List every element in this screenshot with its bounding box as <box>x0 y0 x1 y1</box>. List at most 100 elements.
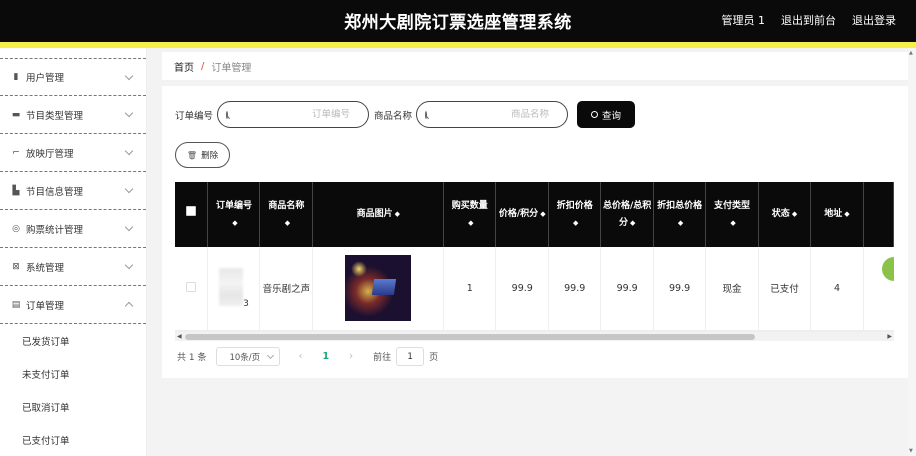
chevron-up-icon <box>124 301 134 311</box>
pagination: 共 1 条 10条/页 ‹ 1 › 前往 1 页 <box>177 347 438 366</box>
sort-icon[interactable]: ◆ <box>678 215 683 232</box>
goods-name-search-box[interactable] <box>416 101 569 128</box>
sidebar-subitem-unpaid[interactable]: 未支付订单 <box>0 357 146 390</box>
scroll-left-icon[interactable]: ◀ <box>177 333 182 340</box>
sidebar-item-system[interactable]: ⊠ 系统管理 <box>0 248 146 286</box>
sidebar: ▮ 用户管理 ▬ 节目类型管理 ⌐ 放映厅管理 ▙ 节目信息管理 ◎ 购票统计管… <box>0 48 147 456</box>
grid-icon: ⊠ <box>12 261 20 272</box>
col-label: 支付类型 <box>714 200 751 211</box>
goto-page-input[interactable]: 1 <box>396 347 425 366</box>
sort-icon[interactable]: ◆ <box>630 215 635 232</box>
sort-icon[interactable]: ◆ <box>285 215 290 232</box>
col-label: 折扣总价格 <box>657 200 703 211</box>
sidebar-item-users[interactable]: ▮ 用户管理 <box>0 58 146 96</box>
col-label: 商品名称 <box>268 200 305 211</box>
query-button-label: 查询 <box>602 110 622 122</box>
cell-pay-type: 现金 <box>705 247 760 331</box>
col-price[interactable]: 价格/积分 ◆ <box>495 182 550 247</box>
col-quantity[interactable]: 购买数量 ◆ <box>443 182 497 247</box>
col-label: 商品图片 <box>356 209 393 219</box>
delete-button[interactable]: 🗑 删除 <box>175 142 230 168</box>
cell-quantity: 1 <box>443 247 497 331</box>
breadcrumb-home[interactable]: 首页 <box>174 59 194 74</box>
scroll-right-icon[interactable]: ▶ <box>887 333 892 340</box>
sidebar-item-label: 订单管理 <box>26 300 65 312</box>
total-count: 共 1 条 <box>177 353 207 363</box>
next-page-icon[interactable]: › <box>349 351 353 362</box>
scroll-down-icon[interactable]: ▼ <box>909 448 913 454</box>
scroll-up-icon[interactable]: ▲ <box>909 50 913 56</box>
concert-stage-photo[interactable] <box>345 255 412 322</box>
order-no-tail: 3 <box>243 298 249 309</box>
sort-icon[interactable]: ◆ <box>468 215 473 232</box>
select-all-checkbox[interactable] <box>186 206 197 216</box>
vertical-scrollbar[interactable]: ▲ ▼ <box>908 48 916 456</box>
col-label: 折扣价格 <box>556 200 593 211</box>
sort-icon[interactable]: ◆ <box>573 215 578 232</box>
page-size-select[interactable]: 10条/页 <box>216 347 281 366</box>
col-goods-image[interactable]: 商品图片 ◆ <box>312 182 445 247</box>
sidebar-item-ticket-stats[interactable]: ◎ 购票统计管理 <box>0 210 146 248</box>
col-pay-type[interactable]: 支付类型 ◆ <box>705 182 760 247</box>
query-button[interactable]: 查询 <box>577 101 636 128</box>
col-discount-price[interactable]: 折扣价格 ◆ <box>548 182 602 247</box>
row-select-cell <box>175 247 209 331</box>
order-no-label: 订单编号 <box>175 110 214 122</box>
logout-link[interactable]: 退出登录 <box>852 12 896 28</box>
scrollbar-thumb[interactable] <box>185 334 755 340</box>
page-number-current[interactable]: 1 <box>322 351 329 362</box>
col-actions <box>863 182 894 247</box>
sort-icon[interactable]: ◆ <box>844 206 849 223</box>
breadcrumb-current: 订单管理 <box>211 62 252 74</box>
search-icon <box>425 110 428 119</box>
sort-icon[interactable]: ◆ <box>395 206 400 223</box>
col-status[interactable]: 状态 ◆ <box>758 182 811 247</box>
chevron-down-icon <box>124 260 134 270</box>
sidebar-item-label: 系统管理 <box>26 262 65 274</box>
row-checkbox[interactable] <box>186 281 197 292</box>
cell-actions <box>863 247 894 331</box>
sidebar-item-halls[interactable]: ⌐ 放映厅管理 <box>0 134 146 172</box>
sort-icon[interactable]: ◆ <box>792 206 797 223</box>
prev-page-icon[interactable]: ‹ <box>298 351 302 362</box>
sidebar-item-program-types[interactable]: ▬ 节目类型管理 <box>0 96 146 134</box>
admin-name[interactable]: 管理员 1 <box>722 12 766 28</box>
col-order-no[interactable]: 订单编号 ◆ <box>207 182 261 247</box>
col-address[interactable]: 地址 ◆ <box>810 182 864 247</box>
chevron-down-icon <box>267 351 275 359</box>
sidebar-item-programs[interactable]: ▙ 节目信息管理 <box>0 172 146 210</box>
horizontal-scrollbar[interactable]: ◀ ▶ <box>175 331 894 341</box>
sort-icon[interactable]: ◆ <box>730 215 735 232</box>
sort-icon[interactable]: ◆ <box>540 206 545 223</box>
sidebar-subitem-paid[interactable]: 已支付订单 <box>0 423 146 456</box>
col-label: 地址 <box>824 209 843 219</box>
delete-button-label: 删除 <box>201 151 219 161</box>
col-total[interactable]: 总价格/总积分 ◆ <box>600 182 655 247</box>
goods-name-label: 商品名称 <box>374 110 413 122</box>
redacted-order-no <box>219 267 244 306</box>
sidebar-item-orders[interactable]: ▤ 订单管理 <box>0 286 146 324</box>
col-goods-name[interactable]: 商品名称 ◆ <box>259 182 314 247</box>
crop-icon: ⌐ <box>12 147 20 158</box>
sidebar-subitem-shipped[interactable]: 已发货订单 <box>0 324 146 357</box>
order-no-search-box[interactable] <box>217 101 370 128</box>
chevron-down-icon <box>124 146 134 156</box>
select-all-cell <box>175 182 209 247</box>
action-button[interactable] <box>881 257 894 281</box>
exit-to-front-link[interactable]: 退出到前台 <box>781 12 836 28</box>
disc-icon: ◎ <box>12 223 20 234</box>
col-discount-total[interactable]: 折扣总价格 ◆ <box>653 182 707 247</box>
chat-icon: ▬ <box>11 109 21 120</box>
orders-table: 订单编号 ◆ 商品名称 ◆ 商品图片 ◆ 购买数量 ◆ 价格/积分 ◆ 折扣价格 ◆ 总价格… <box>175 182 894 331</box>
stage-light <box>351 261 368 278</box>
breadcrumb-separator: / <box>201 60 205 72</box>
cell-goods-name: 音乐剧之声 <box>259 247 314 331</box>
bar-chart-icon: ▮ <box>13 72 19 82</box>
cell-total: 99.9 <box>600 247 655 331</box>
sidebar-subitem-cancelled[interactable]: 已取消订单 <box>0 390 146 423</box>
order-no-input[interactable] <box>228 109 351 120</box>
trash-icon: 🗑 <box>186 150 198 160</box>
goods-name-input[interactable] <box>427 109 550 120</box>
sidebar-item-label: 购票统计管理 <box>26 224 84 236</box>
sort-icon[interactable]: ◆ <box>232 215 237 232</box>
